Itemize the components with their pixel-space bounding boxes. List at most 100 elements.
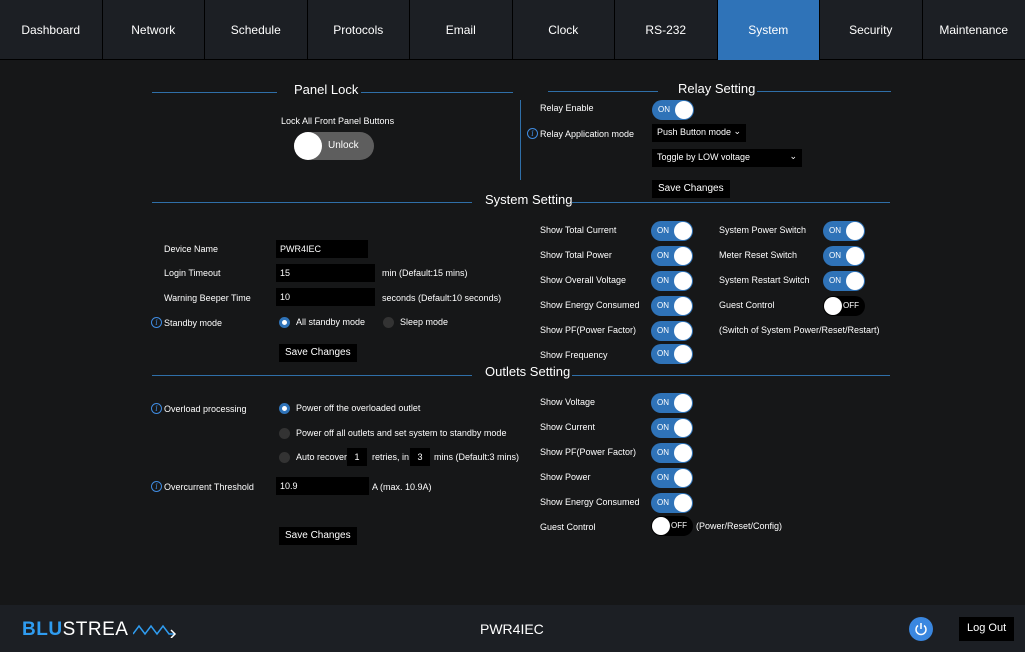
outlets-save-button[interactable]: Save Changes — [279, 527, 357, 545]
logout-button[interactable]: Log Out — [959, 617, 1015, 641]
overload-opt1-radio[interactable] — [279, 403, 290, 414]
show-energy-consumed-toggle[interactable]: ON — [651, 296, 693, 316]
relay-mode-label: Relay Application mode — [540, 129, 635, 139]
tab-maintenance[interactable]: Maintenance — [923, 0, 1025, 60]
standby-sleep-radio[interactable] — [383, 317, 394, 328]
show-total-current-label: Show Total Current — [540, 225, 617, 235]
system-restart-switch-toggle[interactable]: ON — [823, 271, 865, 291]
toggle-knob — [846, 272, 864, 290]
tab-network[interactable]: Network — [103, 0, 205, 60]
power-button[interactable] — [909, 617, 933, 641]
tab-system[interactable]: System — [717, 0, 820, 60]
toggle-text: ON — [657, 448, 669, 457]
login-timeout-field[interactable] — [276, 264, 375, 282]
beeper-time-hint: seconds (Default:10 seconds) — [382, 293, 502, 303]
guest-control-toggle[interactable]: OFF — [823, 296, 865, 316]
toggle-text: Unlock — [328, 140, 359, 151]
lock-panel-label: Lock All Front Panel Buttons — [281, 116, 395, 126]
show-power-factor-toggle[interactable]: ON — [651, 321, 693, 341]
standby-mode-label: Standby mode — [164, 318, 223, 328]
toggle-text: OFF — [843, 301, 859, 310]
info-icon[interactable]: i — [527, 128, 538, 139]
select-value: Toggle by LOW voltage — [657, 152, 751, 162]
show-total-power-label: Show Total Power — [540, 250, 612, 260]
divider — [152, 375, 472, 376]
auto-recover-label: Auto recover — [296, 452, 348, 462]
divider — [572, 375, 890, 376]
main-content: Panel Lock Lock All Front Panel Buttons … — [0, 60, 1025, 605]
system-restart-switch-label: System Restart Switch — [719, 275, 810, 285]
divider — [572, 202, 890, 203]
outlet-guest-control-toggle[interactable]: OFF — [651, 516, 693, 536]
relay-save-button[interactable]: Save Changes — [652, 180, 730, 198]
info-icon[interactable]: i — [151, 403, 162, 414]
show-total-current-toggle[interactable]: ON — [651, 221, 693, 241]
show-power-toggle[interactable]: ON — [651, 468, 693, 488]
switch-note: (Switch of System Power/Reset/Restart) — [719, 325, 880, 335]
toggle-knob — [674, 247, 692, 265]
tab-security[interactable]: Security — [820, 0, 923, 60]
device-name-label: Device Name — [164, 244, 219, 254]
toggle-knob — [674, 444, 692, 462]
tab-email[interactable]: Email — [410, 0, 513, 60]
show-overall-voltage-toggle[interactable]: ON — [651, 271, 693, 291]
tab-schedule[interactable]: Schedule — [205, 0, 308, 60]
power-icon — [915, 623, 927, 636]
show-energy-toggle[interactable]: ON — [651, 493, 693, 513]
toggle-knob — [674, 419, 692, 437]
relay-setting-title: Relay Setting — [678, 81, 756, 96]
toggle-knob — [846, 247, 864, 265]
show-current-toggle[interactable]: ON — [651, 418, 693, 438]
toggle-text: ON — [657, 326, 669, 335]
relay-mode-select[interactable]: Push Button mode ⌄ — [652, 124, 746, 142]
standby-all-radio[interactable] — [279, 317, 290, 328]
logo-text-stream: STREA — [62, 619, 128, 640]
retries-field[interactable] — [347, 448, 367, 466]
show-total-power-toggle[interactable]: ON — [651, 246, 693, 266]
show-overall-voltage-label: Show Overall Voltage — [540, 275, 627, 285]
info-icon[interactable]: i — [151, 481, 162, 492]
system-save-button[interactable]: Save Changes — [279, 344, 357, 362]
show-energy-label: Show Energy Consumed — [540, 497, 640, 507]
toggle-text: ON — [657, 276, 669, 285]
footer-bar: BLUSTREA PWR4IEC Log Out — [0, 605, 1025, 652]
retries-text: retries, in — [372, 452, 410, 462]
chevron-down-icon: ⌄ — [733, 126, 741, 136]
tab-dashboard[interactable]: Dashboard — [0, 0, 103, 60]
overload-opt3-radio[interactable] — [279, 452, 290, 463]
toggle-text: ON — [829, 226, 841, 235]
toggle-knob — [824, 297, 842, 315]
show-voltage-toggle[interactable]: ON — [651, 393, 693, 413]
overcurrent-threshold-field[interactable] — [276, 477, 369, 495]
overload-opt2-radio[interactable] — [279, 428, 290, 439]
divider — [757, 91, 891, 92]
toggle-knob — [675, 101, 693, 119]
divider — [548, 91, 658, 92]
mins-field[interactable] — [410, 448, 430, 466]
show-frequency-toggle[interactable]: ON — [651, 344, 693, 364]
tab-clock[interactable]: Clock — [513, 0, 615, 60]
relay-enable-toggle[interactable]: ON — [652, 100, 694, 120]
tab-protocols[interactable]: Protocols — [308, 0, 410, 60]
login-timeout-label: Login Timeout — [164, 268, 221, 278]
toggle-text: ON — [657, 349, 669, 358]
toggle-text: ON — [658, 105, 670, 114]
toggle-text: ON — [657, 473, 669, 482]
select-value: Push Button mode — [657, 127, 732, 137]
meter-reset-switch-label: Meter Reset Switch — [719, 250, 798, 260]
tab-rs232[interactable]: RS-232 — [615, 0, 718, 60]
show-pf-toggle[interactable]: ON — [651, 443, 693, 463]
info-icon[interactable]: i — [151, 317, 162, 328]
panel-lock-toggle[interactable]: Unlock — [294, 132, 374, 160]
meter-reset-switch-toggle[interactable]: ON — [823, 246, 865, 266]
device-name-field[interactable] — [276, 240, 368, 258]
system-power-switch-toggle[interactable]: ON — [823, 221, 865, 241]
toggle-knob — [846, 222, 864, 240]
toggle-text: ON — [829, 251, 841, 260]
toggle-text: ON — [657, 251, 669, 260]
show-voltage-label: Show Voltage — [540, 397, 596, 407]
system-setting-title: System Setting — [485, 192, 573, 207]
toggle-text: OFF — [671, 521, 687, 530]
beeper-time-field[interactable] — [276, 288, 375, 306]
relay-trigger-select[interactable]: Toggle by LOW voltage ⌄ — [652, 149, 802, 167]
